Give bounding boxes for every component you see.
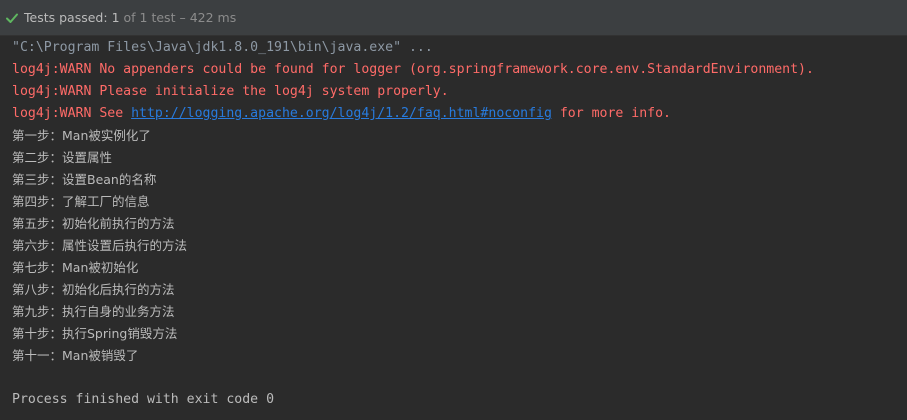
output-line: 第十步：执行Spring销毁方法 [12,326,178,341]
warn-line-3-prefix: log4j:WARN See [12,106,132,121]
output-line: 第五步：初始化前执行的方法 [12,216,175,231]
output-line: 第七步：Man被初始化 [12,260,139,275]
output-line: 第一步：Man被实例化了 [12,128,151,143]
output-line: 第二步：设置属性 [12,150,113,165]
output-line: 第三步：设置Bean的名称 [12,172,157,187]
test-status-bar: Tests passed: 1 of 1 test – 422 ms [0,0,907,36]
exit-message: Process finished with exit code 0 [12,392,275,407]
output-line: 第六步：属性设置后执行的方法 [12,238,188,253]
log4j-faq-link[interactable]: http://logging.apache.org/log4j/1.2/faq.… [131,106,552,121]
status-total: of 1 test [123,10,176,25]
warn-line-3: log4j:WARN See http://logging.apache.org… [12,103,907,125]
status-passed-count: 1 [111,10,120,25]
status-label: Tests passed: [24,10,108,25]
check-icon [4,10,20,26]
output-line: 第八步：初始化后执行的方法 [12,282,175,297]
command-line[interactable]: "C:\Program Files\Java\jdk1.8.0_191\bin\… [12,37,907,59]
warn-line-3-suffix: for more info. [551,106,671,121]
output-line: 第九步：执行自身的业务方法 [12,304,175,319]
output-line: 第十一：Man被销毁了 [12,348,139,363]
warn-line-1: log4j:WARN No appenders could be found f… [12,62,814,77]
status-duration: – 422 ms [179,10,237,25]
output-lines: 第一步：Man被实例化了 第二步：设置属性第三步：设置Bean的名称 第四步：了解工… [12,125,907,367]
output-line: 第四步：了解工厂的信息 [12,194,150,209]
console-output[interactable]: "C:\Program Files\Java\jdk1.8.0_191\bin\… [12,37,907,420]
warn-line-2: log4j:WARN Please initialize the log4j s… [12,84,449,99]
